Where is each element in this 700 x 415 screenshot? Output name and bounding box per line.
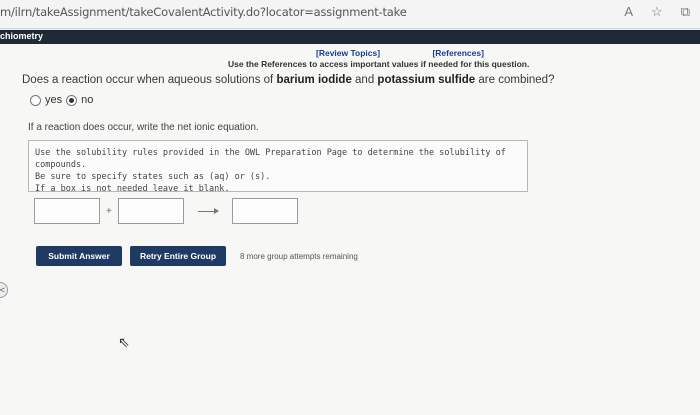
reactant-input-2[interactable]: [117, 198, 184, 224]
question-panel: [Review Topics] [References] Use the Ref…: [0, 44, 700, 415]
hint-line: Be sure to specify states such as (aq) o…: [35, 172, 271, 182]
question-text: Does a reaction occur when aqueous solut…: [22, 74, 555, 86]
reference-links: [Review Topics] [References]: [316, 48, 534, 58]
reactant-1: barium iodide: [276, 74, 352, 86]
browser-toolbar-icons: A ☆ ⧉: [624, 4, 690, 20]
hint-line: If a box is not needed leave it blank.: [35, 184, 230, 194]
back-arrow-icon[interactable]: <: [0, 282, 8, 298]
net-ionic-prompt: If a reaction does occur, write the net …: [28, 122, 259, 133]
review-topics-link[interactable]: [Review Topics]: [316, 48, 380, 58]
reader-icon[interactable]: A: [624, 4, 633, 20]
references-note: Use the References to access important v…: [228, 59, 530, 69]
product-input[interactable]: [231, 198, 298, 224]
browser-address-bar[interactable]: m/ilrn/takeAssignment/takeCovalentActivi…: [0, 0, 700, 29]
radio-no[interactable]: [66, 94, 78, 106]
mouse-cursor-icon: ⇖: [118, 334, 130, 350]
submit-answer-button[interactable]: Submit Answer: [36, 246, 122, 266]
attempts-remaining: 8 more group attempts remaining: [240, 252, 358, 261]
references-link[interactable]: [References]: [432, 48, 484, 58]
radio-yes-label: yes: [45, 94, 63, 106]
radio-no-label: no: [81, 94, 94, 106]
url-text[interactable]: m/ilrn/takeAssignment/takeCovalentActivi…: [0, 5, 407, 19]
reactant-input-1[interactable]: [34, 198, 100, 224]
retry-entire-group-button[interactable]: Retry Entire Group: [130, 246, 226, 266]
hint-line: Use the solubility rules provided in the…: [35, 148, 506, 170]
app-header: chiometry: [0, 30, 700, 44]
radio-yes[interactable]: [30, 94, 41, 106]
reaction-arrow-icon: [197, 207, 219, 214]
equation-row: +: [34, 198, 298, 224]
app-title: chiometry: [0, 31, 44, 41]
reactant-2: potassium sulfide: [377, 74, 476, 86]
plus-sign: +: [106, 205, 112, 217]
reaction-radio-group: yes no: [30, 94, 93, 106]
tabs-icon[interactable]: ⧉: [681, 4, 690, 20]
star-icon[interactable]: ☆: [651, 4, 663, 20]
instructions-box: Use the solubility rules provided in the…: [28, 140, 528, 194]
